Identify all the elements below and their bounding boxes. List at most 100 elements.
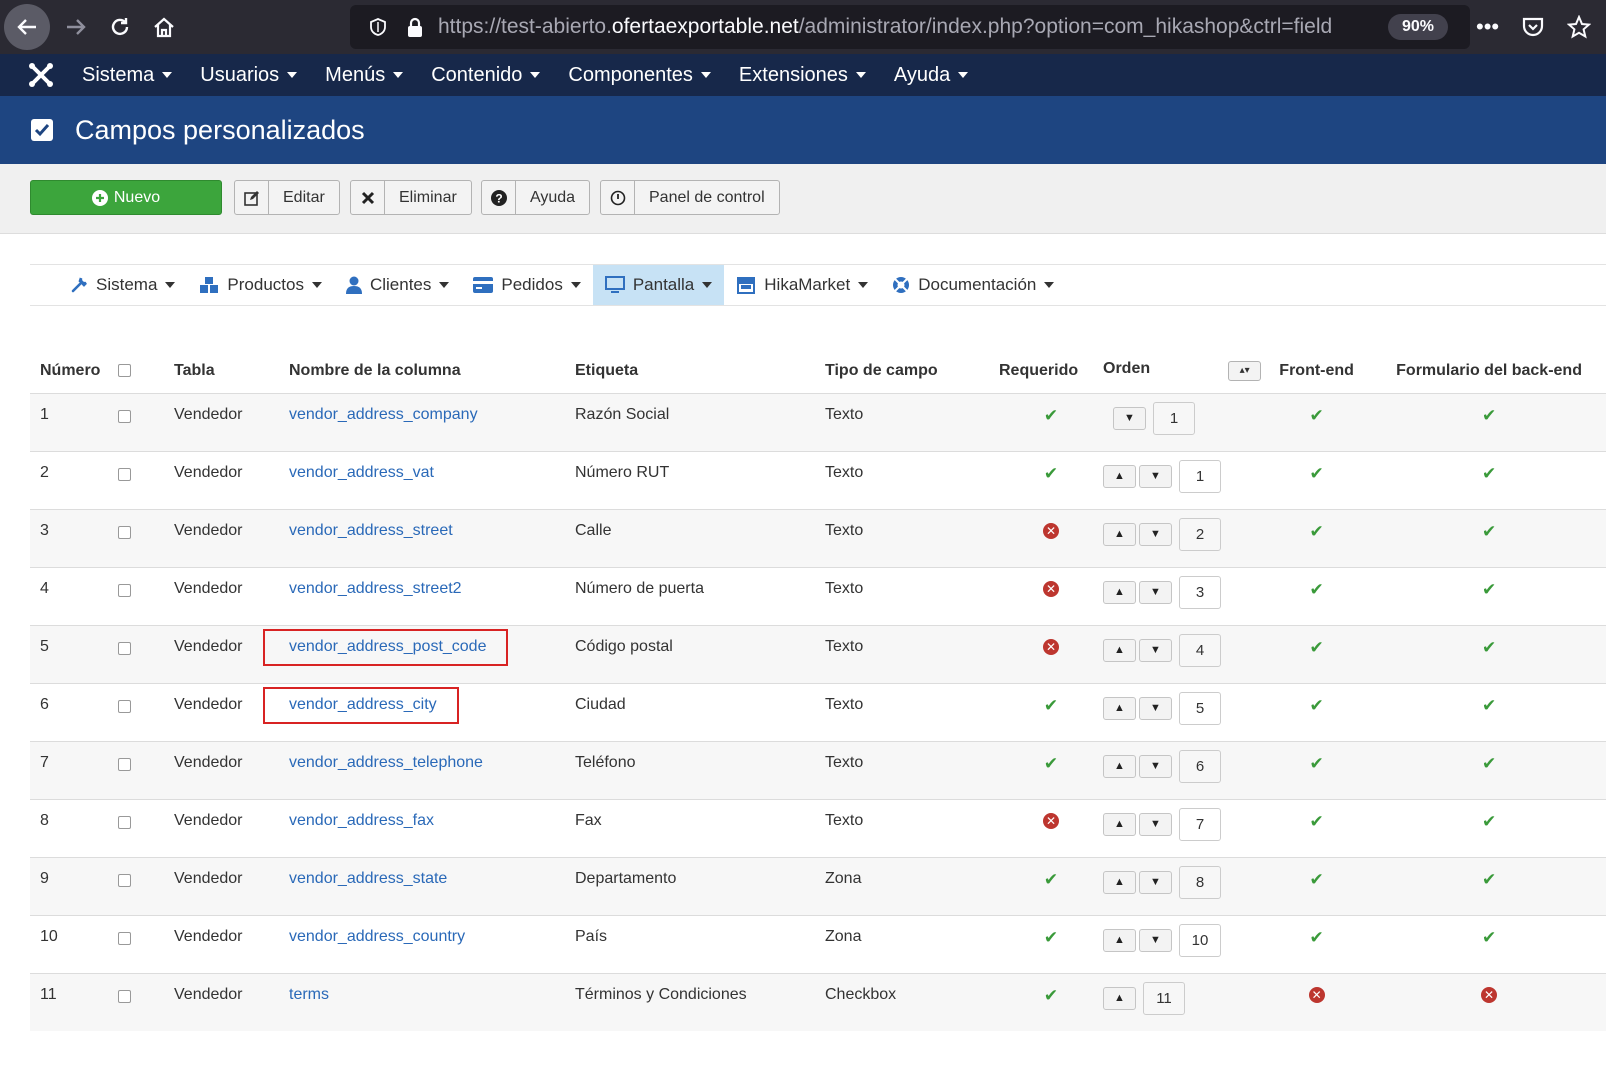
order-up-icon[interactable]: ▲ <box>1103 638 1136 662</box>
check-icon[interactable]: ✔ <box>1044 464 1058 483</box>
order-up-icon[interactable]: ▲ <box>1103 754 1136 778</box>
order-input[interactable]: 11 <box>1143 981 1185 1015</box>
order-input[interactable]: 10 <box>1179 923 1221 957</box>
order-input[interactable]: 8 <box>1179 865 1221 899</box>
cross-circle-icon[interactable]: ✕ <box>1481 986 1498 1003</box>
order-up-icon[interactable]: ▲ <box>1103 870 1136 894</box>
row-checkbox[interactable] <box>118 641 131 655</box>
menu-contenido[interactable]: Contenido <box>431 64 541 87</box>
hika-menu-sistema[interactable]: Sistema <box>58 265 187 305</box>
forward-button[interactable] <box>54 5 98 49</box>
hika-menu-documentacion[interactable]: Documentación <box>880 265 1066 305</box>
header-front-end[interactable]: Front-end <box>1261 349 1372 393</box>
check-icon[interactable]: ✔ <box>1482 754 1496 773</box>
header-tabla[interactable]: Tabla <box>174 349 289 393</box>
order-up-icon[interactable]: ▲ <box>1103 812 1136 836</box>
order-down-icon[interactable]: ▼ <box>1139 754 1172 778</box>
column-name-link[interactable]: vendor_address_telephone <box>289 754 483 771</box>
check-icon[interactable]: ✔ <box>1310 928 1324 947</box>
order-up-icon[interactable]: ▲ <box>1103 464 1136 488</box>
joomla-logo-icon[interactable] <box>26 60 56 90</box>
row-checkbox[interactable] <box>118 699 131 713</box>
hika-menu-pedidos[interactable]: Pedidos <box>461 265 592 305</box>
column-name-link[interactable]: vendor_address_state <box>289 870 447 887</box>
hika-menu-clientes[interactable]: Clientes <box>334 265 461 305</box>
row-checkbox[interactable] <box>118 467 131 481</box>
column-name-link[interactable]: terms <box>289 986 329 1003</box>
row-checkbox[interactable] <box>118 989 131 1003</box>
header-numero[interactable]: Número <box>30 349 116 393</box>
menu-componentes[interactable]: Componentes <box>568 64 711 87</box>
check-icon[interactable]: ✔ <box>1482 580 1496 599</box>
check-icon[interactable]: ✔ <box>1310 464 1324 483</box>
check-icon[interactable]: ✔ <box>1310 406 1324 425</box>
help-button[interactable]: ? Ayuda <box>481 180 591 215</box>
column-name-link[interactable]: vendor_address_country <box>289 928 465 945</box>
check-icon[interactable]: ✔ <box>1310 696 1324 715</box>
check-icon[interactable]: ✔ <box>1044 696 1058 715</box>
order-input[interactable]: 1 <box>1153 401 1195 435</box>
menu-ayuda[interactable]: Ayuda <box>894 64 969 87</box>
menu-sistema[interactable]: Sistema <box>82 64 173 87</box>
cross-circle-icon[interactable]: ✕ <box>1308 986 1325 1003</box>
column-name-link[interactable]: vendor_address_company <box>289 406 478 423</box>
order-up-icon[interactable]: ▲ <box>1103 696 1136 720</box>
check-icon[interactable]: ✔ <box>1482 696 1496 715</box>
order-input[interactable]: 4 <box>1179 633 1221 667</box>
check-icon[interactable]: ✔ <box>1482 638 1496 657</box>
row-checkbox[interactable] <box>118 525 131 539</box>
order-input[interactable]: 3 <box>1179 575 1221 609</box>
header-nombre-columna[interactable]: Nombre de la columna <box>289 349 575 393</box>
header-requerido[interactable]: Requerido <box>999 349 1103 393</box>
header-etiqueta[interactable]: Etiqueta <box>575 349 825 393</box>
pocket-icon[interactable] <box>1521 16 1545 38</box>
check-icon[interactable]: ✔ <box>1482 406 1496 425</box>
order-down-icon[interactable]: ▼ <box>1113 406 1146 430</box>
check-icon[interactable]: ✔ <box>1482 812 1496 831</box>
row-checkbox[interactable] <box>118 873 131 887</box>
column-name-link[interactable]: vendor_address_fax <box>289 812 434 829</box>
order-down-icon[interactable]: ▼ <box>1139 580 1172 604</box>
menu-menus[interactable]: Menús <box>325 64 404 87</box>
order-input[interactable]: 7 <box>1179 807 1221 841</box>
order-input[interactable]: 1 <box>1179 459 1221 493</box>
order-input[interactable]: 2 <box>1179 517 1221 551</box>
check-icon[interactable]: ✔ <box>1310 754 1324 773</box>
hika-menu-pantalla[interactable]: Pantalla <box>592 265 725 305</box>
column-name-link[interactable]: vendor_address_street <box>289 522 453 539</box>
check-icon[interactable]: ✔ <box>1310 638 1324 657</box>
order-up-icon[interactable]: ▲ <box>1103 522 1136 546</box>
new-button[interactable]: Nuevo <box>30 180 222 215</box>
zoom-indicator[interactable]: 90% <box>1388 14 1449 40</box>
order-down-icon[interactable]: ▼ <box>1139 928 1172 952</box>
check-icon[interactable]: ✔ <box>1482 870 1496 889</box>
check-icon[interactable]: ✔ <box>1310 812 1324 831</box>
check-icon[interactable]: ✔ <box>1044 928 1058 947</box>
more-icon[interactable]: ••• <box>1476 14 1499 40</box>
order-up-icon[interactable]: ▲ <box>1103 928 1136 952</box>
check-icon[interactable]: ✔ <box>1482 464 1496 483</box>
control-panel-button[interactable]: Panel de control <box>600 180 780 215</box>
delete-button[interactable]: Eliminar <box>350 180 472 215</box>
row-checkbox[interactable] <box>118 815 131 829</box>
menu-usuarios[interactable]: Usuarios <box>200 64 298 87</box>
save-order-icon[interactable]: ▴▾ <box>1228 361 1262 382</box>
check-icon[interactable]: ✔ <box>1310 580 1324 599</box>
menu-extensiones[interactable]: Extensiones <box>739 64 866 87</box>
cross-circle-icon[interactable]: ✕ <box>1043 812 1059 829</box>
cross-circle-icon[interactable]: ✕ <box>1043 638 1059 655</box>
order-down-icon[interactable]: ▼ <box>1139 464 1172 488</box>
column-name-link[interactable]: vendor_address_street2 <box>289 580 462 597</box>
cross-circle-icon[interactable]: ✕ <box>1043 522 1059 539</box>
order-up-icon[interactable]: ▲ <box>1103 580 1136 604</box>
header-tipo-campo[interactable]: Tipo de campo <box>825 349 999 393</box>
column-name-link[interactable]: vendor_address_post_code <box>289 638 486 655</box>
order-input[interactable]: 5 <box>1179 691 1221 725</box>
row-checkbox[interactable] <box>118 757 131 771</box>
cross-circle-icon[interactable]: ✕ <box>1043 580 1059 597</box>
header-back-end[interactable]: Formulario del back-end <box>1372 349 1606 393</box>
check-icon[interactable]: ✔ <box>1044 870 1058 889</box>
home-icon[interactable] <box>142 5 186 49</box>
bookmark-star-icon[interactable] <box>1567 15 1592 39</box>
order-down-icon[interactable]: ▼ <box>1139 812 1172 836</box>
